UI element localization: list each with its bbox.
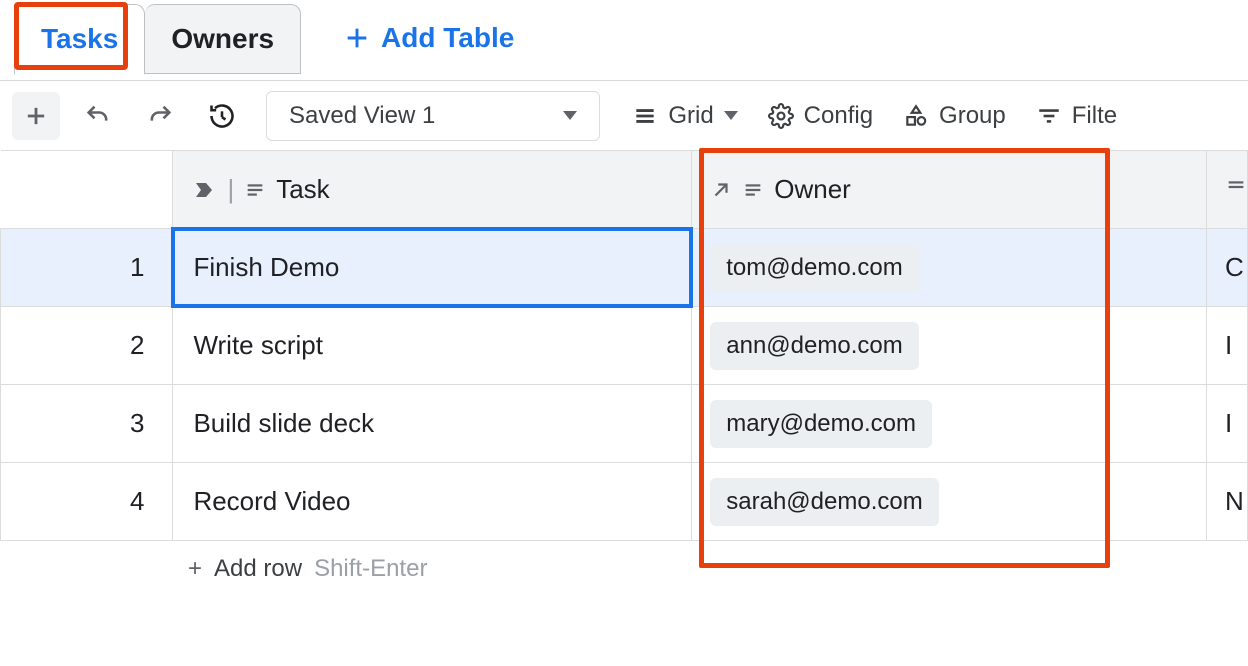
view-dropdown[interactable]: Saved View 1 [266, 91, 600, 141]
history-icon [208, 102, 236, 130]
undo-icon [84, 102, 112, 130]
add-row-button[interactable]: + Add row Shift-Enter [0, 541, 1248, 583]
tag-icon [193, 178, 217, 202]
add-row-label: Add row [214, 555, 302, 583]
history-button[interactable] [198, 92, 246, 140]
cell-task[interactable]: Finish Demo [173, 229, 692, 307]
filter-button[interactable]: Filte [1028, 92, 1125, 140]
cell-owner[interactable]: tom@demo.com [692, 229, 1207, 307]
row-number: 2 [1, 307, 173, 385]
cell-task[interactable]: Build slide deck [173, 385, 692, 463]
cell-extra[interactable]: I [1206, 307, 1247, 385]
plus-icon [22, 102, 50, 130]
task-text: Finish Demo [193, 252, 339, 282]
text-icon [244, 179, 266, 201]
cell-task[interactable]: Write script [173, 307, 692, 385]
data-table: | Task Owner 1 Finish Demo [0, 150, 1248, 541]
table-row[interactable]: 4 Record Video sarah@demo.com N [1, 463, 1248, 541]
grid-container: | Task Owner 1 Finish Demo [0, 150, 1248, 583]
add-table-button[interactable]: Add Table [323, 4, 534, 72]
view-label: Saved View 1 [289, 102, 435, 130]
undo-button[interactable] [74, 92, 122, 140]
redo-button[interactable] [136, 92, 184, 140]
row-number: 1 [1, 229, 173, 307]
add-row-hint: Shift-Enter [314, 555, 427, 583]
add-table-label: Add Table [381, 22, 514, 54]
config-label: Config [804, 102, 873, 130]
group-label: Group [939, 102, 1006, 130]
cell-extra[interactable]: N [1206, 463, 1247, 541]
table-row[interactable]: 1 Finish Demo tom@demo.com C [1, 229, 1248, 307]
owner-chip: sarah@demo.com [710, 478, 938, 526]
table-row[interactable]: 2 Write script ann@demo.com I [1, 307, 1248, 385]
text-icon [1225, 176, 1247, 198]
cell-task[interactable]: Record Video [173, 463, 692, 541]
header-rownum[interactable] [1, 151, 173, 229]
group-icon [903, 103, 929, 129]
row-number: 3 [1, 385, 173, 463]
grid-dropdown[interactable]: Grid [624, 92, 745, 140]
group-button[interactable]: Group [895, 92, 1014, 140]
header-extra[interactable] [1206, 151, 1247, 229]
cell-owner[interactable]: ann@demo.com [692, 307, 1207, 385]
owner-chip: tom@demo.com [710, 244, 918, 292]
tabs-row: Tasks Owners Add Table [0, 0, 1248, 80]
text-icon [742, 179, 764, 201]
cell-owner[interactable]: mary@demo.com [692, 385, 1207, 463]
plus-icon [343, 24, 371, 52]
row-number: 4 [1, 463, 173, 541]
owner-header-label: Owner [774, 174, 851, 205]
gear-icon [768, 103, 794, 129]
cell-extra[interactable]: C [1206, 229, 1247, 307]
header-owner[interactable]: Owner [692, 151, 1207, 229]
tab-tasks[interactable]: Tasks [14, 4, 145, 75]
tab-owners[interactable]: Owners [145, 4, 301, 74]
cell-owner[interactable]: sarah@demo.com [692, 463, 1207, 541]
add-button[interactable] [12, 92, 60, 140]
header-task[interactable]: | Task [173, 151, 692, 229]
table-row[interactable]: 3 Build slide deck mary@demo.com I [1, 385, 1248, 463]
chevron-down-icon [724, 111, 738, 120]
filter-icon [1036, 103, 1062, 129]
arrow-upright-icon [710, 179, 732, 201]
task-header-label: Task [276, 174, 329, 205]
toolbar: Saved View 1 Grid Config Group Filte [0, 80, 1248, 150]
owner-chip: ann@demo.com [710, 322, 918, 370]
grid-label: Grid [668, 102, 713, 130]
filter-label: Filte [1072, 102, 1117, 130]
chevron-down-icon [563, 111, 577, 120]
list-icon [632, 103, 658, 129]
plus-icon: + [188, 555, 202, 583]
redo-icon [146, 102, 174, 130]
config-button[interactable]: Config [760, 92, 881, 140]
cell-extra[interactable]: I [1206, 385, 1247, 463]
owner-chip: mary@demo.com [710, 400, 932, 448]
